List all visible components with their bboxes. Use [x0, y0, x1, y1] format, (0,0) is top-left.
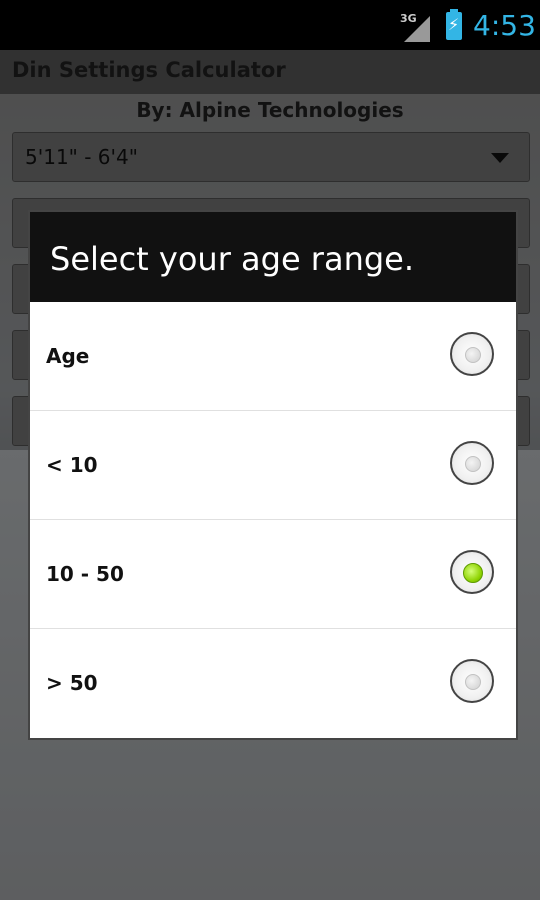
- option-age[interactable]: Age: [30, 302, 516, 411]
- option-label: 10 - 50: [46, 562, 124, 586]
- option-over-50[interactable]: > 50: [30, 629, 516, 737]
- radio-button[interactable]: [450, 550, 494, 594]
- status-bar: 3G ⚡ 4:53: [0, 0, 540, 50]
- option-under-10[interactable]: < 10: [30, 411, 516, 520]
- option-label: < 10: [46, 453, 98, 477]
- dialog-header: Select your age range.: [30, 212, 516, 302]
- option-10-50[interactable]: 10 - 50: [30, 520, 516, 629]
- battery-charging-icon: ⚡: [446, 9, 462, 40]
- option-label: > 50: [46, 671, 98, 695]
- signal-icon: 3G: [400, 12, 436, 42]
- option-list: Age < 10 10 - 50 > 50: [30, 302, 516, 737]
- radio-button[interactable]: [450, 659, 494, 703]
- clock: 4:53: [473, 9, 536, 42]
- radio-button[interactable]: [450, 332, 494, 376]
- dialog-title: Select your age range.: [50, 240, 415, 278]
- option-label: Age: [46, 344, 90, 368]
- age-range-dialog: Select your age range. Age < 10 10 - 50 …: [30, 212, 516, 738]
- radio-button[interactable]: [450, 441, 494, 485]
